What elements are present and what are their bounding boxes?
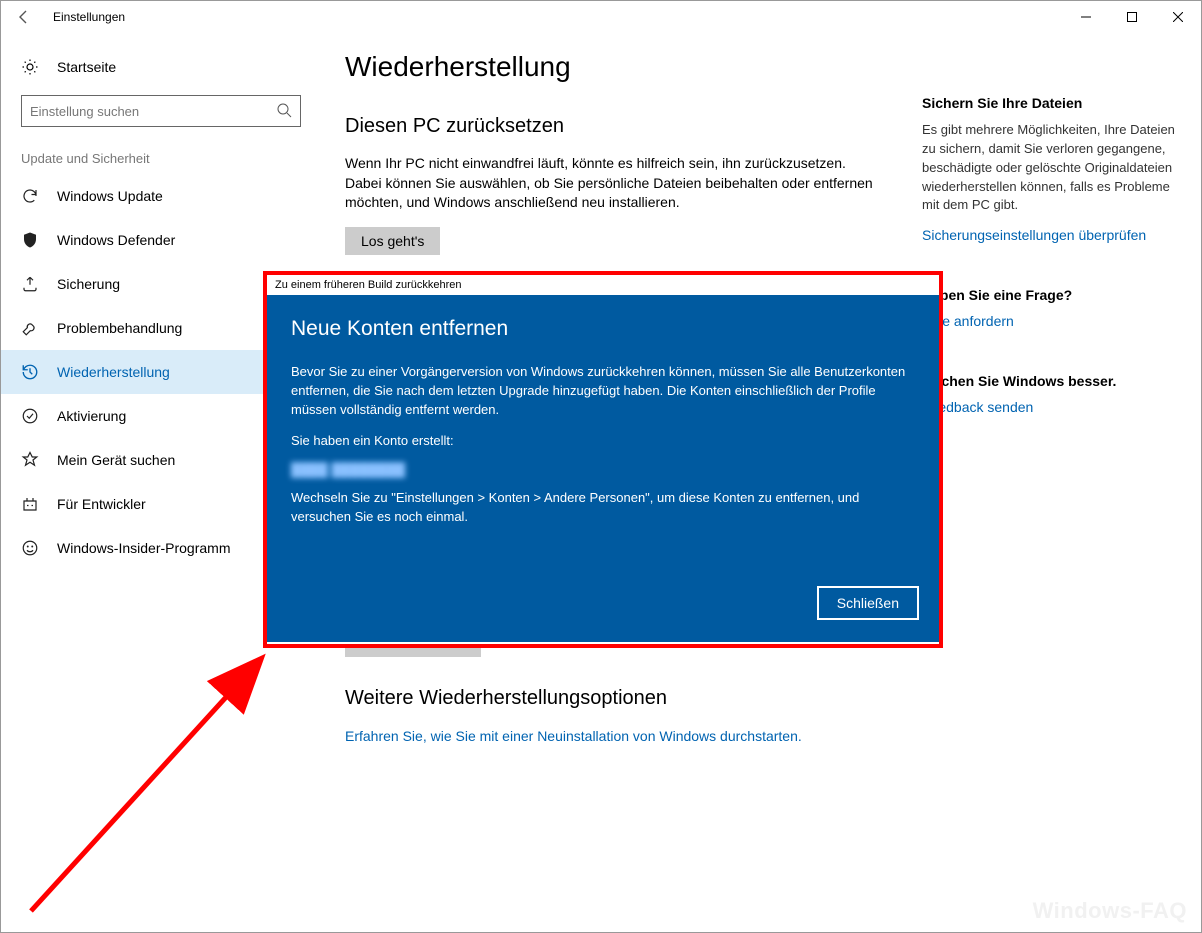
watermark: Windows-FAQ xyxy=(1033,898,1187,924)
dialog-text-3: Wechseln Sie zu "Einstellungen > Konten … xyxy=(291,489,915,527)
reset-heading: Diesen PC zurücksetzen xyxy=(345,115,902,138)
check-circle-icon xyxy=(21,407,43,425)
sync-icon xyxy=(21,187,43,205)
maximize-button[interactable] xyxy=(1109,1,1155,33)
right-question-heading: Haben Sie eine Frage? xyxy=(922,287,1177,303)
dialog-text-1: Bevor Sie zu einer Vorgängerversion von … xyxy=(291,363,915,420)
sidebar-item-label: Problembehandlung xyxy=(57,320,182,336)
dialog-account-name: ████ ████████ xyxy=(291,462,915,477)
home-link[interactable]: Startseite xyxy=(1,47,321,87)
back-button[interactable] xyxy=(1,9,47,25)
right-backup-heading: Sichern Sie Ihre Dateien xyxy=(922,95,1177,111)
shield-icon xyxy=(21,231,43,249)
backup-settings-link[interactable]: Sicherungseinstellungen überprüfen xyxy=(922,227,1146,243)
page-title: Wiederherstellung xyxy=(345,51,902,83)
group-title: Update und Sicherheit xyxy=(1,151,321,166)
history-icon xyxy=(21,363,43,381)
search-icon xyxy=(276,102,292,118)
sidebar-item-label: Windows Update xyxy=(57,188,163,204)
more-options-heading: Weitere Wiederherstellungsoptionen xyxy=(345,687,902,710)
right-backup-text: Es gibt mehrere Möglichkeiten, Ihre Date… xyxy=(922,121,1177,215)
home-label: Startseite xyxy=(57,59,116,75)
more-options-section: Weitere Wiederherstellungsoptionen Erfah… xyxy=(345,687,902,746)
sidebar-item-windows-update[interactable]: Windows Update xyxy=(1,174,321,218)
right-feedback-block: Machen Sie Windows besser. Feedback send… xyxy=(922,373,1177,415)
sidebar-item-label: Aktivierung xyxy=(57,408,126,424)
sidebar-item-label: Windows Defender xyxy=(57,232,175,248)
right-question-block: Haben Sie eine Frage? Hilfe anfordern xyxy=(922,287,1177,329)
search-input[interactable]: Einstellung suchen xyxy=(21,95,301,127)
sidebar-item-label: Windows-Insider-Programm xyxy=(57,540,230,556)
insider-icon xyxy=(21,539,43,557)
sidebar-item-windows-defender[interactable]: Windows Defender xyxy=(1,218,321,262)
right-feedback-heading: Machen Sie Windows besser. xyxy=(922,373,1177,389)
sidebar-item-label: Für Entwickler xyxy=(57,496,146,512)
backup-icon xyxy=(21,275,43,293)
dialog-close-button[interactable]: Schließen xyxy=(817,586,919,620)
reset-section: Diesen PC zurücksetzen Wenn Ihr PC nicht… xyxy=(345,115,902,255)
developer-icon xyxy=(21,495,43,513)
fresh-install-link[interactable]: Erfahren Sie, wie Sie mit einer Neuinsta… xyxy=(345,726,802,746)
search-placeholder: Einstellung suchen xyxy=(30,104,139,119)
wrench-icon xyxy=(21,319,43,337)
sidebar-item-label: Wiederherstellung xyxy=(57,364,170,380)
sidebar-item-label: Sicherung xyxy=(57,276,120,292)
right-backup-block: Sichern Sie Ihre Dateien Es gibt mehrere… xyxy=(922,95,1177,243)
window-title: Einstellungen xyxy=(53,10,125,24)
reset-text: Wenn Ihr PC nicht einwandfrei läuft, kön… xyxy=(345,154,885,213)
sidebar-item-label: Mein Gerät suchen xyxy=(57,452,175,468)
dialog-heading: Neue Konten entfernen xyxy=(291,317,915,341)
dialog-text-2: Sie haben ein Konto erstellt: xyxy=(291,432,915,451)
find-device-icon xyxy=(21,451,43,469)
minimize-button[interactable] xyxy=(1063,1,1109,33)
reset-start-button[interactable]: Los geht's xyxy=(345,227,440,255)
gear-icon xyxy=(21,58,43,76)
rollback-dialog: Zu einem früheren Build zurückkehren Neu… xyxy=(263,271,943,648)
dialog-titlebar: Zu einem früheren Build zurückkehren xyxy=(267,275,939,295)
close-button[interactable] xyxy=(1155,1,1201,33)
